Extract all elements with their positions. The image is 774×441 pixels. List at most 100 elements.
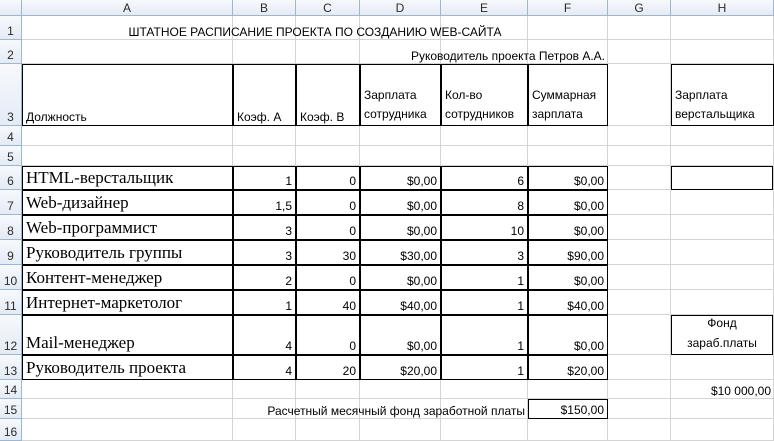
cell-h2[interactable] <box>671 40 774 64</box>
row-header-1[interactable]: 1 <box>0 16 22 40</box>
fund-label[interactable]: Фонд зараб.платы <box>671 315 773 355</box>
cell-d16[interactable] <box>360 419 441 441</box>
column-header-d[interactable]: D <box>360 0 441 16</box>
header-total[interactable]: Суммарная зарплата <box>528 64 608 126</box>
staff-count[interactable]: 6 <box>441 166 528 190</box>
staff-coef-b[interactable]: 40 <box>296 290 360 315</box>
column-header-a[interactable]: A <box>22 0 233 16</box>
cell-a2[interactable] <box>22 40 233 64</box>
cell-f14[interactable] <box>528 380 608 399</box>
cell-b4[interactable] <box>233 126 296 146</box>
staff-coef-a[interactable]: 2 <box>233 265 296 290</box>
cell-e14[interactable] <box>441 380 528 399</box>
cell-b16[interactable] <box>233 419 296 441</box>
staff-position[interactable]: Контент-менеджер <box>22 265 233 290</box>
cell-h7[interactable] <box>671 190 774 215</box>
cell-h5[interactable] <box>671 146 774 166</box>
cell-g2[interactable] <box>608 40 671 64</box>
row-header-3[interactable]: 3 <box>0 64 22 126</box>
staff-position[interactable]: Интернет-маркетолог <box>22 290 233 315</box>
staff-position[interactable]: Руководитель проекта <box>22 355 233 380</box>
column-header-b[interactable]: B <box>233 0 296 16</box>
staff-total[interactable]: $90,00 <box>528 240 608 265</box>
cell-g1[interactable] <box>608 16 671 40</box>
header-salary[interactable]: Зарплата сотрудника <box>360 64 441 126</box>
cell-e16[interactable] <box>441 419 528 441</box>
header-h-salary[interactable]: Зарплата верстальщика <box>671 64 774 126</box>
cell-h1[interactable] <box>671 16 774 40</box>
cell-h16[interactable] <box>671 419 774 441</box>
staff-coef-b[interactable]: 0 <box>296 265 360 290</box>
row-header-14[interactable]: 14 <box>0 380 22 399</box>
header-count[interactable]: Кол-во сотрудников <box>441 64 528 126</box>
staff-salary[interactable]: $0,00 <box>360 215 441 240</box>
cell-f4[interactable] <box>528 126 608 146</box>
staff-position[interactable]: Руководитель группы <box>22 240 233 265</box>
cell-g11[interactable] <box>608 290 671 315</box>
cell-a5[interactable] <box>22 146 233 166</box>
header-position[interactable]: Должность <box>22 64 233 126</box>
cell-h11[interactable] <box>671 290 774 315</box>
row-header-10[interactable]: 10 <box>0 265 22 290</box>
staff-coef-b[interactable]: 30 <box>296 240 360 265</box>
cell-f5[interactable] <box>528 146 608 166</box>
select-all-corner[interactable] <box>0 0 22 16</box>
staff-position[interactable]: Mail-менеджер <box>22 315 233 355</box>
staff-coef-b[interactable]: 0 <box>296 315 360 355</box>
cell-c5[interactable] <box>296 146 360 166</box>
staff-coef-b[interactable]: 0 <box>296 166 360 190</box>
h-salary-input[interactable] <box>671 166 773 190</box>
cell-h4[interactable] <box>671 126 774 146</box>
cell-g12[interactable] <box>608 315 671 355</box>
staff-count[interactable]: 10 <box>441 215 528 240</box>
cell-g4[interactable] <box>608 126 671 146</box>
spreadsheet[interactable]: A B C D E F G H 1 2 3 4 5 6 7 8 9 10 11 12 13 14 15 16 ШТАТНОЕ Р… <box>0 0 774 441</box>
column-header-h[interactable]: H <box>671 0 774 16</box>
cell-a14[interactable] <box>22 380 233 399</box>
staff-count[interactable]: 1 <box>441 290 528 315</box>
staff-position[interactable]: HTML-верстальщик <box>22 166 233 190</box>
staff-total[interactable]: $0,00 <box>528 166 608 190</box>
cell-d14[interactable] <box>360 380 441 399</box>
staff-coef-a[interactable]: 1 <box>233 166 296 190</box>
cell-h9[interactable] <box>671 240 774 265</box>
staff-total[interactable]: $20,00 <box>528 355 608 380</box>
staff-count[interactable]: 8 <box>441 190 528 215</box>
staff-salary[interactable]: $40,00 <box>360 290 441 315</box>
cell-b14[interactable] <box>233 380 296 399</box>
staff-coef-b[interactable]: 0 <box>296 215 360 240</box>
staff-salary[interactable]: $0,00 <box>360 315 441 355</box>
row-header-13[interactable]: 13 <box>0 355 22 380</box>
cell-c16[interactable] <box>296 419 360 441</box>
staff-position[interactable]: Web-дизайнер <box>22 190 233 215</box>
cell-g10[interactable] <box>608 265 671 290</box>
cell-g13[interactable] <box>608 355 671 380</box>
cell-a15[interactable] <box>22 399 233 419</box>
cell-g9[interactable] <box>608 240 671 265</box>
cell-h15[interactable] <box>671 399 774 419</box>
column-header-c[interactable]: C <box>296 0 360 16</box>
staff-coef-a[interactable]: 1,5 <box>233 190 296 215</box>
staff-count[interactable]: 3 <box>441 240 528 265</box>
cell-g6[interactable] <box>608 166 671 190</box>
cell-b2[interactable] <box>233 40 296 64</box>
staff-count[interactable]: 1 <box>441 265 528 290</box>
staff-salary[interactable]: $0,00 <box>360 190 441 215</box>
cell-g5[interactable] <box>608 146 671 166</box>
staff-position[interactable]: Web-программист <box>22 215 233 240</box>
staff-count[interactable]: 1 <box>441 355 528 380</box>
row-header-4[interactable]: 4 <box>0 126 22 146</box>
cell-c4[interactable] <box>296 126 360 146</box>
cell-g7[interactable] <box>608 190 671 215</box>
staff-coef-b[interactable]: 0 <box>296 190 360 215</box>
staff-salary[interactable]: $0,00 <box>360 265 441 290</box>
cell-a16[interactable] <box>22 419 233 441</box>
cell-c14[interactable] <box>296 380 360 399</box>
row-header-6[interactable]: 6 <box>0 166 22 190</box>
fund-value[interactable]: $10 000,00 <box>671 380 774 399</box>
cell-h10[interactable] <box>671 265 774 290</box>
row-header-7[interactable]: 7 <box>0 190 22 215</box>
row-header-5[interactable]: 5 <box>0 146 22 166</box>
cell-h13[interactable] <box>671 355 774 380</box>
staff-salary[interactable]: $0,00 <box>360 166 441 190</box>
